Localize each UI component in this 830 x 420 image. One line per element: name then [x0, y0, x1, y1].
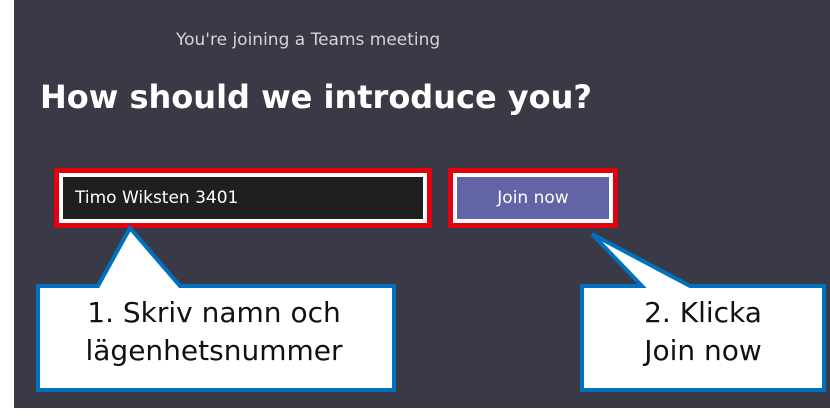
callout-step2: 2. Klicka Join now: [588, 294, 818, 370]
callout-step1-line2: lägenhetsnummer: [85, 334, 343, 367]
callout-step2-line1: 2. Klicka: [644, 296, 762, 329]
callout-step1-line1: 1. Skriv namn och: [87, 296, 341, 329]
callout-step2-line2: Join now: [644, 334, 762, 367]
callout-step1: 1. Skriv namn och lägenhetsnummer: [44, 294, 384, 370]
